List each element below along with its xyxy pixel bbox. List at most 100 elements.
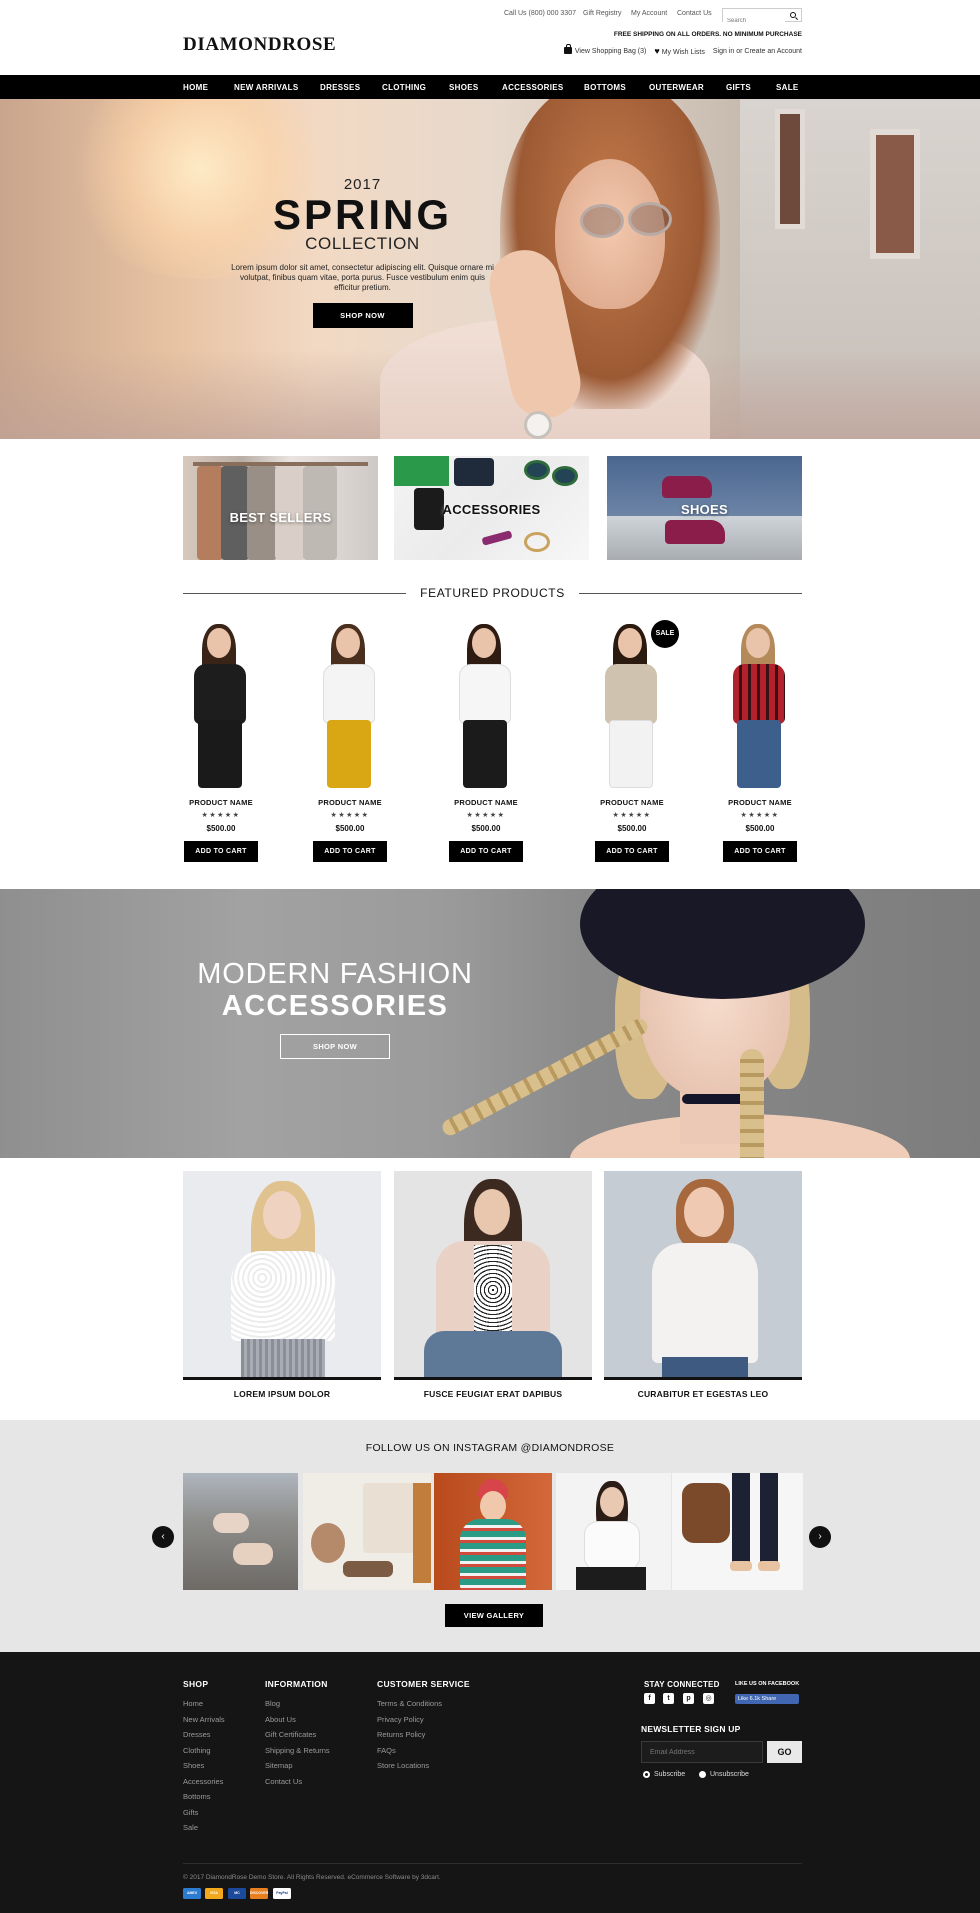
my-account-link[interactable]: My Account	[631, 10, 667, 17]
product-name[interactable]: PRODUCT NAME	[577, 798, 687, 807]
product-name[interactable]: PRODUCT NAME	[166, 798, 276, 807]
gift-registry-link[interactable]: Gift Registry	[583, 10, 622, 17]
call-us-link[interactable]: Call Us (800) 000 3307	[504, 10, 576, 17]
instagram-photo[interactable]	[672, 1473, 803, 1590]
category-accessories[interactable]: ACCESSORIES	[394, 456, 589, 560]
category-shoes[interactable]: SHOES	[607, 456, 802, 560]
nav-dresses[interactable]: DRESSES	[320, 83, 360, 92]
utility-bar: Call Us (800) 000 3307 Gift Registry My …	[0, 8, 980, 27]
carousel-next-button[interactable]: ›	[809, 1526, 831, 1548]
lookbook-image[interactable]	[394, 1171, 592, 1380]
instagram-photo[interactable]	[434, 1473, 552, 1590]
footer-link[interactable]: Bottoms	[183, 1789, 225, 1805]
search-icon[interactable]	[790, 12, 796, 18]
banner-shop-now-button[interactable]: SHOP NOW	[280, 1034, 390, 1059]
add-to-cart-button[interactable]: ADD TO CART	[449, 841, 523, 862]
footer-link[interactable]: Sitemap	[265, 1758, 330, 1774]
add-to-cart-button[interactable]: ADD TO CART	[595, 841, 669, 862]
product-name[interactable]: PRODUCT NAME	[431, 798, 541, 807]
carousel-prev-button[interactable]: ‹	[152, 1526, 174, 1548]
product-name[interactable]: PRODUCT NAME	[295, 798, 405, 807]
shopping-bag-link[interactable]: View Shopping Bag (3)	[563, 44, 646, 55]
footer-link[interactable]: Home	[183, 1696, 225, 1712]
footer-link[interactable]: FAQs	[377, 1743, 470, 1759]
product-image[interactable]	[166, 620, 276, 790]
model-head	[207, 628, 231, 658]
category-best-sellers[interactable]: BEST SELLERS	[183, 456, 378, 560]
instagram-photo[interactable]	[183, 1473, 298, 1590]
twitter-icon[interactable]: t	[663, 1693, 674, 1704]
lookbook-card: LOREM IPSUM DOLOR	[183, 1171, 381, 1399]
instagram-photo[interactable]	[556, 1473, 671, 1590]
hero-text: 2017 SPRING COLLECTION Lorem ipsum dolor…	[230, 176, 495, 328]
footer-link[interactable]: Shipping & Returns	[265, 1743, 330, 1759]
instagram-photo[interactable]	[303, 1473, 431, 1590]
hero-shop-now-button[interactable]: SHOP NOW	[312, 303, 413, 328]
heel-shoe	[665, 520, 725, 544]
nav-clothing[interactable]: CLOTHING	[382, 83, 426, 92]
product-rating: ★★★★★	[466, 812, 506, 819]
footer-link[interactable]: Gift Certificates	[265, 1727, 330, 1743]
footer-link[interactable]: Store Locations	[377, 1758, 470, 1774]
nav-new-arrivals[interactable]: NEW ARRIVALS	[234, 83, 299, 92]
product-price: $500.00	[335, 824, 365, 833]
product-name[interactable]: PRODUCT NAME	[705, 798, 815, 807]
footer-heading: INFORMATION	[265, 1679, 328, 1689]
add-to-cart-button[interactable]: ADD TO CART	[723, 841, 797, 862]
sign-in-link[interactable]: Sign in or Create an Account	[713, 48, 802, 55]
pinterest-icon[interactable]: p	[683, 1693, 694, 1704]
facebook-icon[interactable]: f	[644, 1693, 655, 1704]
footer-link[interactable]: Clothing	[183, 1743, 225, 1759]
wishlist-label: My Wish Lists	[661, 49, 705, 56]
nav-accessories[interactable]: ACCESSORIES	[502, 83, 564, 92]
product-image[interactable]	[431, 620, 541, 790]
stay-connected-heading: STAY CONNECTED	[644, 1680, 720, 1689]
featured-products-title: FEATURED PRODUCTS	[183, 586, 802, 600]
subscribe-radio[interactable]: Subscribe	[643, 1771, 685, 1778]
footer-link[interactable]: Shoes	[183, 1758, 225, 1774]
footer-link[interactable]: Contact Us	[265, 1774, 330, 1790]
footer-link[interactable]: New Arrivals	[183, 1712, 225, 1728]
view-gallery-button[interactable]: VIEW GALLERY	[445, 1604, 543, 1627]
lookbook-image[interactable]	[183, 1171, 381, 1380]
add-to-cart-button[interactable]: ADD TO CART	[184, 841, 258, 862]
instagram-icon[interactable]: ◎	[703, 1693, 714, 1704]
lookbook-caption[interactable]: LOREM IPSUM DOLOR	[183, 1389, 381, 1399]
product-image[interactable]	[705, 620, 815, 790]
email-field[interactable]	[641, 1741, 763, 1763]
contact-us-link[interactable]: Contact Us	[677, 10, 712, 17]
footer-link[interactable]: About Us	[265, 1712, 330, 1728]
footer-link[interactable]: Privacy Policy	[377, 1712, 470, 1728]
footer-link[interactable]: Accessories	[183, 1774, 225, 1790]
product-image[interactable]: SALE	[577, 620, 687, 790]
leather-bag	[311, 1523, 345, 1563]
search-input[interactable]	[723, 15, 785, 27]
nav-home[interactable]: HOME	[183, 83, 208, 92]
footer-service-column: CUSTOMER SERVICE Terms & Conditions Priv…	[377, 1679, 470, 1774]
nav-sale[interactable]: SALE	[776, 83, 799, 92]
add-to-cart-button[interactable]: ADD TO CART	[313, 841, 387, 862]
footer-link[interactable]: Gifts	[183, 1805, 225, 1821]
footer-link[interactable]: Returns Policy	[377, 1727, 470, 1743]
footer-link[interactable]: Terms & Conditions	[377, 1696, 470, 1712]
footer-link[interactable]: Dresses	[183, 1727, 225, 1743]
wishlist-link[interactable]: ♥ My Wish Lists	[654, 46, 705, 56]
nav-shoes[interactable]: SHOES	[449, 83, 479, 92]
lookbook-image[interactable]	[604, 1171, 802, 1380]
newsletter-go-button[interactable]: GO	[767, 1741, 802, 1763]
nav-bottoms[interactable]: BOTTOMS	[584, 83, 626, 92]
site-logo[interactable]: DIAMONDROSE	[183, 34, 336, 56]
nav-outerwear[interactable]: OUTERWEAR	[649, 83, 704, 92]
footer-link[interactable]: Sale	[183, 1820, 225, 1836]
product-image[interactable]	[295, 620, 405, 790]
lookbook-caption[interactable]: FUSCE FEUGIAT ERAT DAPIBUS	[394, 1389, 592, 1399]
facebook-like-button[interactable]: Like 6.1k Share	[735, 1694, 799, 1704]
model-top	[459, 664, 511, 724]
lookbook-caption[interactable]: CURABITUR ET EGESTAS LEO	[604, 1389, 802, 1399]
unsubscribe-radio[interactable]: Unsubscribe	[699, 1771, 749, 1778]
nav-gifts[interactable]: GIFTS	[726, 83, 751, 92]
footer-link[interactable]: Blog	[265, 1696, 330, 1712]
phone	[454, 458, 494, 486]
model-head	[472, 628, 496, 658]
scarf	[413, 1483, 431, 1583]
